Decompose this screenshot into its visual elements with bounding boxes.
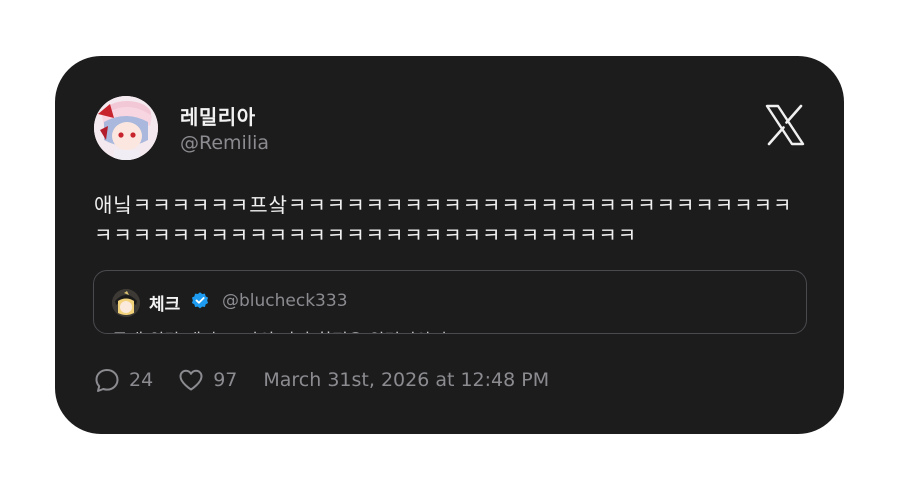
like-count: 97 [213, 369, 238, 391]
author-display-name[interactable]: 레밀리아 [180, 101, 256, 130]
reply-count: 24 [129, 369, 154, 391]
reply-button[interactable]: 24 [93, 366, 153, 394]
like-button[interactable]: 97 [177, 366, 237, 394]
quote-text: 무대 위란 애니 그 자의 나가 화평은 원덧이와이 [112, 326, 447, 333]
x-logo-icon[interactable] [764, 104, 806, 146]
quoted-tweet[interactable]: 체크 @blucheck333 무대 위란 애니 그 자의 나가 화평은 원덧이… [93, 270, 807, 334]
verified-badge-icon [191, 292, 209, 309]
author-avatar[interactable] [94, 96, 158, 160]
quote-author-avatar[interactable] [112, 289, 140, 317]
author-handle[interactable]: @Remilia [180, 132, 269, 154]
quote-author-name[interactable]: 체크 [149, 290, 180, 315]
reply-icon [95, 369, 119, 392]
tweet-card[interactable]: 레밀리아 @Remilia 애닠ㅋㅋㅋㅋㅋㅋ프샄ㅋㅋㅋㅋㅋㅋㅋㅋㅋㅋㅋㅋㅋㅋㅋㅋ… [55, 56, 844, 434]
like-icon [179, 369, 203, 391]
tweet-text: 애닠ㅋㅋㅋㅋㅋㅋ프샄ㅋㅋㅋㅋㅋㅋㅋㅋㅋㅋㅋㅋㅋㅋㅋㅋㅋㅋㅋㅋㅋㅋㅋㅋㅋㅋㅋㅋㅋㅋ… [94, 193, 793, 247]
tweet-timestamp[interactable]: March 31st, 2026 at 12:48 PM [263, 369, 549, 391]
tweet-footer: 24 97 March 31st, 2026 at 12:48 PM [93, 365, 549, 395]
quote-author-handle[interactable]: @blucheck333 [222, 291, 348, 311]
